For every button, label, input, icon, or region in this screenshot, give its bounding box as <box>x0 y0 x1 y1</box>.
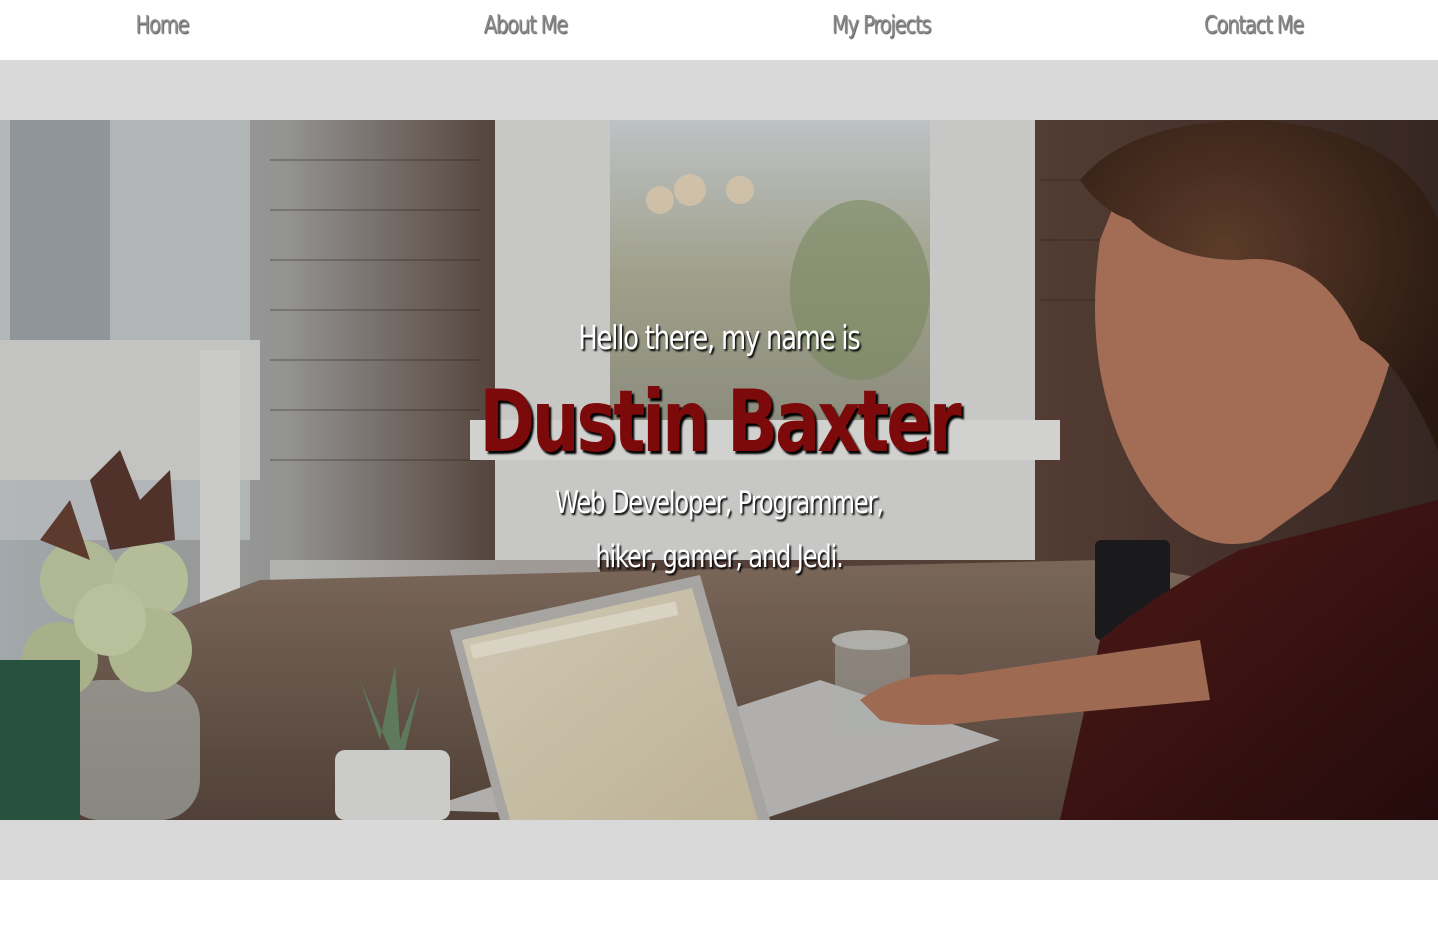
nav-link-my-projects[interactable]: My Projects <box>832 10 932 39</box>
top-gray-band <box>0 60 1438 120</box>
nav-link-contact-me[interactable]: Contact Me <box>1204 10 1304 39</box>
hero-section: Hello there, my name is Dustin Baxter We… <box>0 120 1438 820</box>
nav-link-about-me[interactable]: About Me <box>484 10 568 39</box>
top-navbar: Home About Me My Projects Contact Me <box>0 0 1438 60</box>
hero-tagline: Web Developer, Programmer, hiker, gamer,… <box>555 485 884 575</box>
bottom-gray-band <box>0 820 1438 880</box>
hero-greeting: Hello there, my name is <box>578 318 860 357</box>
nav-link-home[interactable]: Home <box>135 10 189 39</box>
hero-name-heading: Dustin Baxter <box>479 372 961 472</box>
